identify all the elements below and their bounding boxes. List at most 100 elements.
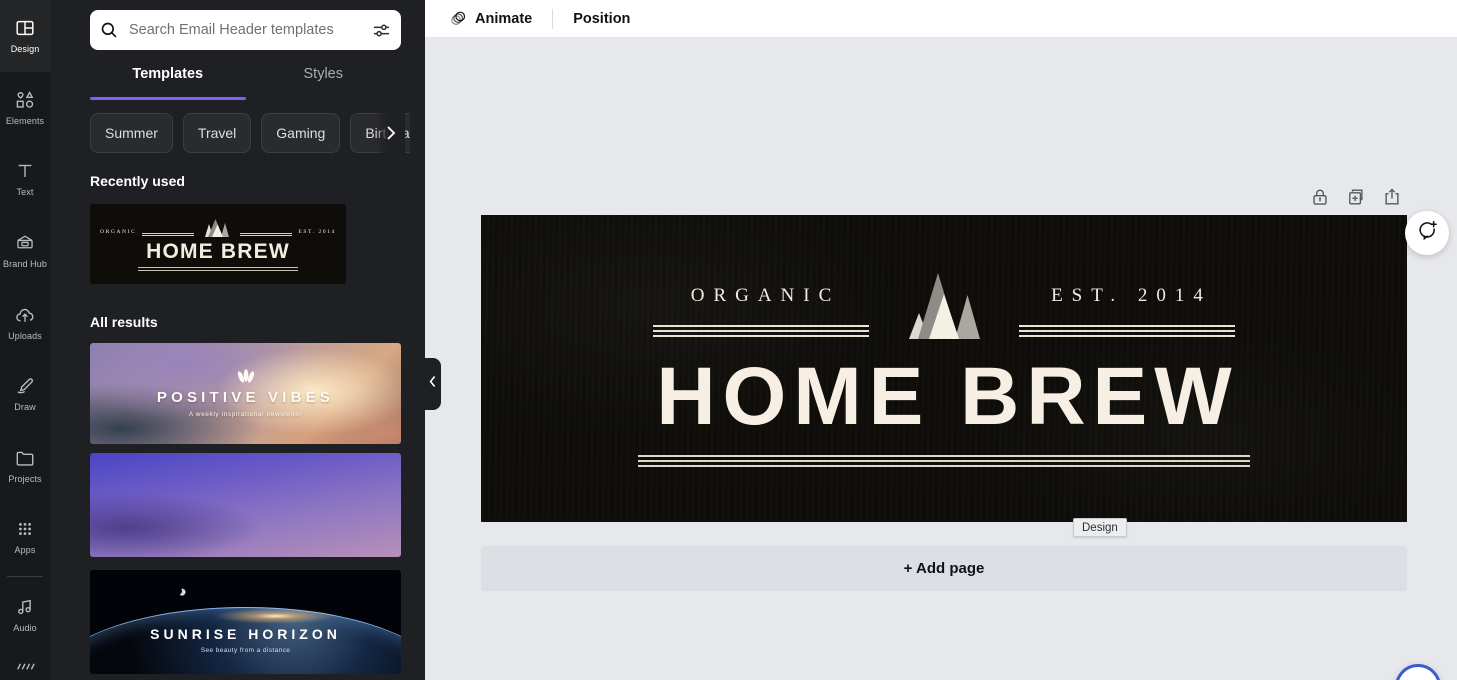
purple-gradient-thumbnail (90, 453, 401, 557)
editor-toolbar: Animate Position (425, 0, 1457, 38)
tab-templates[interactable]: Templates (90, 58, 246, 100)
brand-hub-icon (14, 232, 36, 254)
moon-crescent-icon (173, 585, 184, 596)
thumb-rule-right (240, 233, 293, 237)
canvas-stage: ORGANIC EST. 2014 HOME BREW Design + Add… (425, 38, 1457, 680)
artboard-left-block: ORGANIC (653, 285, 869, 339)
more-icon (14, 658, 36, 672)
artboard-underline (638, 454, 1250, 469)
canvas-quick-actions (1309, 186, 1403, 208)
result-subtitle: A weekly inspirational newsletter (188, 411, 303, 418)
recently-used-template-card[interactable]: ORGANIC EST. 2014 HOME BREW (90, 204, 346, 284)
artboard-title: HOME BREW (656, 350, 1239, 442)
search-icon (99, 20, 119, 40)
mountain-logo-icon (901, 269, 987, 339)
sidebar-label-audio: Audio (13, 622, 37, 633)
sidebar-label-elements: Elements (5, 115, 45, 126)
left-nav-rail: Design Elements Text Brand Hub Uploads D… (0, 0, 50, 680)
artboard-rule-left (653, 324, 869, 339)
sidebar-item-draw[interactable]: Draw (0, 358, 50, 430)
chip-label: Summer (105, 125, 158, 141)
result-card-positive-vibes[interactable]: POSITIVE VIBES A weekly inspirational ne… (90, 343, 401, 444)
templates-panel: Templates Styles Summer Travel Gaming Bi… (50, 0, 425, 680)
sidebar-item-uploads[interactable]: Uploads (0, 286, 50, 358)
result-title: SUNRISE HORIZON (150, 626, 341, 642)
tab-active-underline (90, 97, 246, 100)
chip-summer[interactable]: Summer (90, 113, 173, 153)
tab-styles[interactable]: Styles (246, 58, 402, 96)
audio-icon (14, 596, 36, 618)
chip-label: Gaming (276, 125, 326, 141)
category-chip-row: Summer Travel Gaming Birthday (90, 112, 410, 154)
home-brew-thumbnail: ORGANIC EST. 2014 HOME BREW (90, 204, 346, 284)
positive-vibes-thumbnail: POSITIVE VIBES A weekly inspirational ne… (90, 343, 401, 444)
tab-styles-label: Styles (303, 66, 344, 82)
toolbar-divider (552, 8, 554, 29)
sidebar-label-projects: Projects (8, 473, 42, 484)
chevron-right-icon[interactable] (375, 112, 405, 154)
artboard-rule-right (1019, 324, 1235, 339)
duplicate-icon[interactable] (1345, 186, 1367, 208)
section-title-all-results: All results (90, 314, 158, 330)
sidebar-item-audio[interactable]: Audio (0, 579, 50, 651)
lock-icon[interactable] (1309, 186, 1331, 208)
sidebar-item-apps[interactable]: Apps (0, 501, 50, 573)
projects-icon (14, 447, 36, 469)
chip-label: Travel (197, 125, 237, 141)
add-comment-icon (1416, 219, 1439, 247)
add-page-button[interactable]: + Add page (481, 546, 1407, 591)
draw-icon (14, 375, 36, 397)
sidebar-label-uploads: Uploads (8, 330, 42, 341)
add-page-label: + Add page (903, 560, 985, 577)
search-input[interactable] (119, 22, 372, 38)
animate-icon (449, 9, 468, 28)
share-export-icon[interactable] (1381, 186, 1403, 208)
position-button-label: Position (573, 10, 631, 27)
panel-tabs: Templates Styles (90, 58, 402, 100)
thumb-kicker-right: EST. 2014 (298, 229, 336, 235)
result-card-purple-gradient[interactable] (90, 453, 401, 557)
text-icon (14, 160, 36, 182)
uploads-icon (14, 304, 36, 326)
artboard-right-block: EST. 2014 (1019, 285, 1235, 339)
thumb-title: HOME BREW (146, 240, 290, 263)
animate-button-label: Animate (475, 10, 533, 27)
result-card-sunrise-horizon[interactable]: SUNRISE HORIZON See beauty from a distan… (90, 570, 401, 674)
artboard-kicker-right: EST. 2014 (1051, 284, 1212, 306)
search-bar[interactable] (90, 10, 401, 50)
rail-divider (7, 575, 43, 577)
sidebar-item-design[interactable]: Design (0, 0, 50, 72)
section-title-recently-used: Recently used (90, 173, 185, 189)
apps-icon (14, 518, 36, 540)
leaf-burst-icon (233, 369, 259, 385)
artboard-header-row: ORGANIC EST. 2014 (481, 269, 1407, 339)
position-button[interactable]: Position (561, 4, 642, 34)
sidebar-item-text[interactable]: Text (0, 143, 50, 215)
filter-sliders-icon[interactable] (372, 21, 391, 40)
mountain-logo-icon (200, 217, 234, 237)
sunrise-horizon-thumbnail: SUNRISE HORIZON See beauty from a distan… (90, 570, 401, 674)
tab-templates-label: Templates (132, 66, 204, 82)
artboard-kicker-left: ORGANIC (690, 284, 841, 306)
design-tooltip: Design (1073, 518, 1127, 537)
sidebar-item-brand-hub[interactable]: Brand Hub (0, 215, 50, 287)
sidebar-item-more[interactable] (0, 650, 50, 680)
thumb-underline (138, 267, 298, 271)
result-title: POSITIVE VIBES (156, 389, 335, 406)
sidebar-label-draw: Draw (14, 402, 36, 413)
sidebar-item-elements[interactable]: Elements (0, 72, 50, 144)
sidebar-label-design: Design (10, 44, 40, 55)
animate-button[interactable]: Animate (437, 4, 544, 34)
sidebar-label-apps: Apps (14, 545, 36, 556)
canva-editor-window: Design Elements Text Brand Hub Uploads D… (0, 0, 1457, 680)
sidebar-label-brand-hub: Brand Hub (3, 259, 47, 270)
add-comment-button[interactable] (1405, 211, 1449, 255)
chip-travel[interactable]: Travel (182, 113, 252, 153)
elements-icon (14, 89, 36, 111)
design-icon (14, 17, 36, 39)
panel-collapse-handle[interactable] (425, 358, 441, 410)
chevron-left-icon (429, 375, 437, 393)
sidebar-item-projects[interactable]: Projects (0, 429, 50, 501)
design-artboard[interactable]: ORGANIC EST. 2014 HOME BREW (481, 215, 1407, 522)
chip-gaming[interactable]: Gaming (261, 113, 341, 153)
